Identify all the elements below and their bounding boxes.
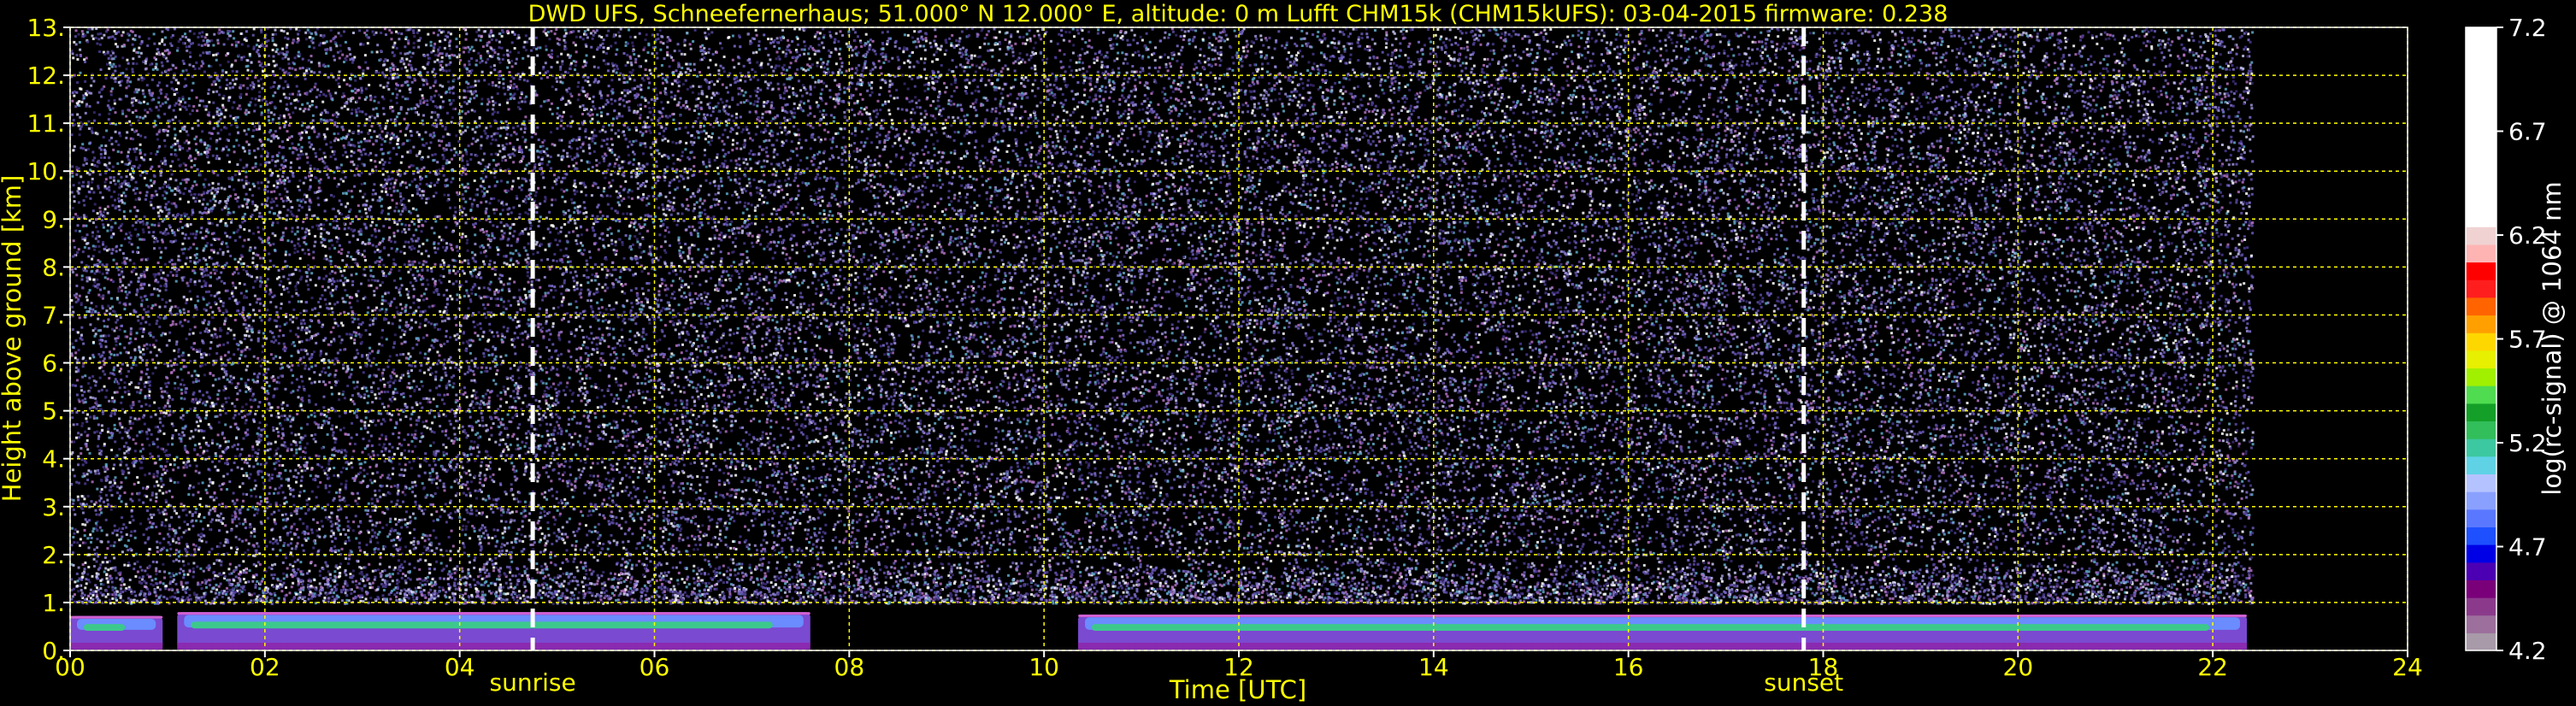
colorbar-band <box>2466 262 2496 280</box>
colorbar-band <box>2466 632 2496 650</box>
x-tick-label: 18 <box>1808 653 1839 681</box>
y-tick-label: 1. <box>42 589 65 617</box>
colorbar-band <box>2466 350 2496 368</box>
y-tick-label: 6. <box>42 350 65 378</box>
colorbar-band <box>2466 403 2496 421</box>
colorbar-label: log(rc-signal) @ 1064 nm <box>2538 181 2567 495</box>
y-tick-label: 4. <box>42 445 65 474</box>
y-tick-label: 5. <box>42 397 65 426</box>
colorbar-band <box>2466 332 2496 350</box>
x-axis-label: Time [UTC] <box>1169 675 1306 704</box>
y-tick-label: 11. <box>27 109 65 138</box>
layer-core-0 <box>84 624 125 631</box>
y-tick-label: 3. <box>42 493 65 521</box>
layer-edge-1 <box>177 612 810 615</box>
plot-area: sunrise sunset00 02 04 06 08 10 12 14 16 18 20 22 240… <box>27 14 2422 697</box>
y-tick-label: 2. <box>42 541 65 569</box>
x-tick-label: 04 <box>445 653 475 681</box>
colorbar-band <box>2466 297 2496 315</box>
x-tick-label: 06 <box>640 653 670 681</box>
x-tick-label: 24 <box>2392 653 2423 681</box>
x-tick-label: 08 <box>834 653 865 681</box>
colorbar-tick-label: 4.2 <box>2508 637 2547 665</box>
colorbar-band <box>2466 438 2496 456</box>
y-tick-label: 13. <box>27 14 65 42</box>
colorbar-band <box>2466 615 2496 633</box>
colorbar-band <box>2466 279 2496 297</box>
layer-core-2 <box>1092 624 2209 631</box>
layer-edge-0 <box>70 616 162 619</box>
colorbar-band <box>2466 491 2496 509</box>
x-tick-label: 14 <box>1418 653 1449 681</box>
y-tick-label: 9. <box>42 205 65 233</box>
y-tick-label: 7. <box>42 301 65 329</box>
layer-core-1 <box>191 621 772 628</box>
colorbar-tick-label: 7.2 <box>2508 14 2547 42</box>
chart-svg: DWD UFS, Schneefernerhaus; 51.000° N 12.… <box>0 0 2576 706</box>
colorbar-band <box>2466 597 2496 615</box>
colorbar-band <box>2466 385 2496 403</box>
chart-title: DWD UFS, Schneefernerhaus; 51.000° N 12.… <box>528 1 1948 27</box>
layer-ground-1 <box>177 643 810 650</box>
colorbar-band <box>2466 580 2496 597</box>
x-tick-label: 02 <box>250 653 280 681</box>
colorbar-band <box>2466 544 2496 562</box>
aerosol-layers <box>70 612 2247 650</box>
colorbar-band <box>2466 421 2496 439</box>
x-tick-label: 10 <box>1029 653 1059 681</box>
x-tick-label: 20 <box>2003 653 2034 681</box>
layer-ground-2 <box>1078 643 2247 650</box>
colorbar-band <box>2466 368 2496 386</box>
colorbar-band <box>2466 227 2496 244</box>
colorbar-band <box>2466 562 2496 580</box>
colorbar-tick-label: 4.7 <box>2508 533 2547 562</box>
x-tick-label: 22 <box>2197 653 2228 681</box>
colorbar-band <box>2466 474 2496 492</box>
colorbar-tick-label: 6.7 <box>2508 118 2547 146</box>
y-axis-label: Height above ground [km] <box>0 175 27 503</box>
layer-edge-2 <box>1078 615 2247 617</box>
event-label-sunrise: sunrise <box>490 668 576 697</box>
y-tick-label: 0. <box>42 637 65 665</box>
ceilometer-figure: DWD UFS, Schneefernerhaus; 51.000° N 12.… <box>0 0 2576 706</box>
colorbar-band <box>2466 509 2496 527</box>
colorbar-band <box>2466 315 2496 333</box>
colorbar-band <box>2466 244 2496 262</box>
colorbar-band <box>2466 27 2496 227</box>
layer-ground-0 <box>70 643 162 650</box>
x-tick-label: 16 <box>1613 653 1644 681</box>
y-tick-label: 10. <box>27 157 65 185</box>
colorbar-band <box>2466 456 2496 474</box>
y-tick-label: 8. <box>42 253 65 281</box>
y-tick-label: 12. <box>27 62 65 90</box>
colorbar-band <box>2466 527 2496 544</box>
